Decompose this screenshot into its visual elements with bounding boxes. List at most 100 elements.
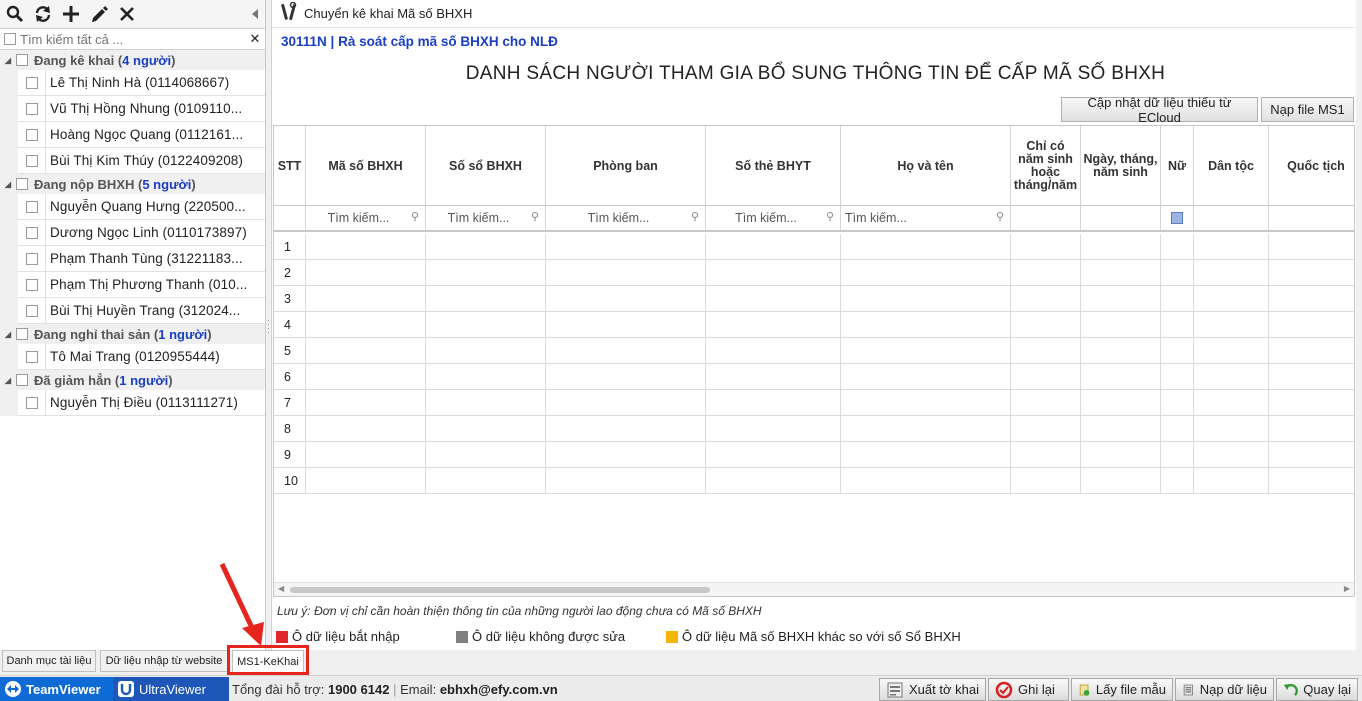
splitter-grip-icon[interactable]: · · · ·: [267, 316, 270, 337]
column-header-dan-toc[interactable]: Dân tộc: [1194, 126, 1269, 206]
table-cell[interactable]: [1161, 312, 1194, 337]
update-from-ecloud-button[interactable]: Cập nhật dữ liệu thiếu từ ECloud: [1061, 95, 1258, 125]
table-cell[interactable]: [706, 468, 841, 493]
table-cell[interactable]: [306, 338, 426, 363]
table-row[interactable]: 4: [274, 312, 1354, 338]
table-cell[interactable]: [841, 364, 1011, 389]
ultraviewer-button[interactable]: UltraViewer: [113, 677, 229, 701]
table-cell[interactable]: [1161, 286, 1194, 311]
horizontal-scrollbar[interactable]: ◀ ▶: [274, 582, 1354, 596]
table-cell[interactable]: [1194, 390, 1269, 415]
tree-item[interactable]: Vũ Thị Hồng Nhung (0109110...: [0, 95, 265, 122]
tab-danh-muc-tai-lieu[interactable]: Danh mục tài liệu: [2, 650, 96, 672]
table-cell[interactable]: [426, 234, 546, 259]
table-cell[interactable]: [706, 312, 841, 337]
expand-arrow-icon[interactable]: ◢: [0, 180, 16, 189]
table-cell[interactable]: [1011, 260, 1081, 285]
column-header-nam-sinh[interactable]: Chỉ có năm sinh hoặc tháng/năm: [1011, 126, 1081, 206]
table-cell[interactable]: [1269, 260, 1354, 285]
table-cell[interactable]: [1194, 338, 1269, 363]
table-row[interactable]: 9: [274, 442, 1354, 468]
table-cell[interactable]: [1161, 234, 1194, 259]
table-cell[interactable]: [306, 234, 426, 259]
table-cell[interactable]: [306, 286, 426, 311]
table-cell[interactable]: [1194, 364, 1269, 389]
table-row[interactable]: 6: [274, 364, 1354, 390]
table-cell[interactable]: [1161, 416, 1194, 441]
expand-arrow-icon[interactable]: ◢: [0, 376, 16, 385]
filter-so-so-bhxh[interactable]: Tìm kiếm... ⚲: [426, 206, 546, 230]
table-cell[interactable]: [1011, 390, 1081, 415]
table-cell[interactable]: [706, 338, 841, 363]
table-cell[interactable]: [841, 468, 1011, 493]
table-row[interactable]: 2: [274, 260, 1354, 286]
table-cell[interactable]: [1161, 260, 1194, 285]
group-checkbox[interactable]: [16, 328, 28, 340]
item-checkbox[interactable]: [25, 278, 38, 291]
table-cell[interactable]: [841, 234, 1011, 259]
table-cell[interactable]: [306, 390, 426, 415]
tree-group-dang-ke-khai[interactable]: ◢ Đang kê khai (4 người): [0, 50, 265, 70]
table-cell[interactable]: [1161, 390, 1194, 415]
table-cell[interactable]: [1081, 286, 1161, 311]
table-cell[interactable]: [841, 442, 1011, 467]
table-cell[interactable]: [1194, 234, 1269, 259]
table-cell[interactable]: [546, 390, 706, 415]
table-cell[interactable]: [1011, 468, 1081, 493]
tree-item[interactable]: Lê Thị Ninh Hà (0114068667): [0, 69, 265, 96]
table-cell[interactable]: [1081, 312, 1161, 337]
item-checkbox[interactable]: [25, 396, 38, 409]
table-row[interactable]: 5: [274, 338, 1354, 364]
filter-phong-ban[interactable]: Tìm kiếm... ⚲: [546, 206, 706, 230]
item-checkbox[interactable]: [25, 76, 38, 89]
export-declaration-button[interactable]: Xuất tờ khai: [879, 678, 986, 701]
tree-item[interactable]: Phạm Thị Phương Thanh (010...: [0, 271, 265, 298]
document-code[interactable]: 30111N | Rà soát cấp mã số BHXH cho NLĐ: [281, 34, 558, 49]
filter-ho-va-ten[interactable]: Tìm kiếm... ⚲: [841, 206, 1011, 230]
table-cell[interactable]: [1161, 338, 1194, 363]
column-header-ma-so-bhxh[interactable]: Mã số BHXH: [306, 126, 426, 206]
column-header-nu[interactable]: Nữ: [1161, 126, 1194, 206]
item-checkbox[interactable]: [25, 128, 38, 141]
collapse-panel-icon[interactable]: [249, 3, 261, 25]
tree-group-dang-nop-bhxh[interactable]: ◢ Đang nộp BHXH (5 người): [0, 174, 265, 194]
vertical-scroll-strip[interactable]: [1356, 0, 1362, 650]
table-cell[interactable]: [1161, 442, 1194, 467]
search-icon[interactable]: [4, 3, 26, 25]
table-cell[interactable]: [706, 234, 841, 259]
table-cell[interactable]: [841, 416, 1011, 441]
tree-item[interactable]: Dương Ngọc Linh (0110173897): [0, 219, 265, 246]
table-cell[interactable]: [426, 442, 546, 467]
table-cell[interactable]: [546, 416, 706, 441]
table-cell[interactable]: [1081, 416, 1161, 441]
table-cell[interactable]: [706, 286, 841, 311]
table-cell[interactable]: [1081, 338, 1161, 363]
group-checkbox[interactable]: [16, 54, 28, 66]
table-cell[interactable]: [1269, 364, 1354, 389]
table-cell[interactable]: [706, 416, 841, 441]
table-cell[interactable]: [1194, 442, 1269, 467]
table-cell[interactable]: [546, 468, 706, 493]
table-cell[interactable]: [1081, 390, 1161, 415]
table-cell[interactable]: [1011, 416, 1081, 441]
search-all-input[interactable]: [16, 29, 247, 49]
table-cell[interactable]: [706, 442, 841, 467]
edit-icon[interactable]: [88, 3, 110, 25]
column-header-so-the-bhyt[interactable]: Số thẻ BHYT: [706, 126, 841, 206]
column-header-quoc-tich[interactable]: Quốc tịch: [1269, 126, 1354, 206]
table-cell[interactable]: [1194, 286, 1269, 311]
table-cell[interactable]: [1269, 468, 1354, 493]
column-header-ngay-sinh[interactable]: Ngày, tháng, năm sinh: [1081, 126, 1161, 206]
table-cell[interactable]: [841, 390, 1011, 415]
table-cell[interactable]: [1194, 260, 1269, 285]
tree-item[interactable]: Tô Mai Trang (0120955444): [0, 343, 265, 370]
table-cell[interactable]: [426, 338, 546, 363]
tree-item[interactable]: Hoàng Ngọc Quang (0112161...: [0, 121, 265, 148]
table-cell[interactable]: [306, 260, 426, 285]
table-row[interactable]: 8: [274, 416, 1354, 442]
table-row[interactable]: 7: [274, 390, 1354, 416]
tree-item[interactable]: Bùi Thị Kim Thúy (0122409208): [0, 147, 265, 174]
table-cell[interactable]: [1011, 364, 1081, 389]
item-checkbox[interactable]: [25, 102, 38, 115]
load-data-button[interactable]: Nạp dữ liệu: [1175, 678, 1274, 701]
